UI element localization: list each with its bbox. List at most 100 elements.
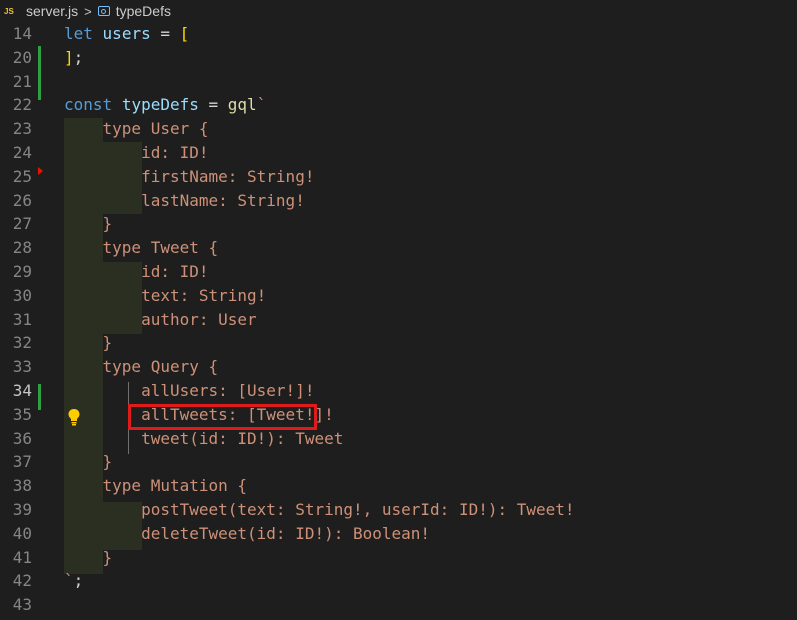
breadcrumb: JS server.js > typeDefs (0, 0, 797, 22)
code-text: id: ID! (64, 260, 209, 284)
code-line[interactable]: 37 } (0, 450, 797, 474)
line-number: 31 (12, 309, 32, 329)
code-line[interactable]: 20]; (0, 46, 797, 70)
code-line[interactable]: 39 postTweet(text: String!, userId: ID!)… (0, 498, 797, 522)
code-text: ]; (64, 46, 83, 70)
line-number: 33 (12, 357, 32, 377)
line-number: 26 (12, 190, 32, 210)
code-token: let (64, 24, 93, 43)
line-number: 40 (12, 523, 32, 543)
code-text: } (64, 450, 113, 474)
breadcrumb-file[interactable]: server.js (26, 3, 78, 19)
code-text: let users = [ (64, 22, 189, 46)
code-token: users (102, 24, 151, 43)
line-number: 20 (12, 47, 32, 67)
code-editor[interactable]: 14 let users = [20]; 21 22 const typeDefs = … (0, 22, 797, 620)
code-token: ` (64, 571, 74, 591)
code-line[interactable]: 31 author: User (0, 308, 797, 332)
code-token: ` (256, 95, 267, 115)
line-number: 25 (12, 166, 32, 186)
line-number: 42 (12, 571, 32, 591)
code-token: lastName: String! (64, 190, 305, 210)
code-text: } (64, 212, 113, 236)
code-text: postTweet(text: String!, userId: ID!): T… (64, 498, 574, 522)
lightbulb-icon[interactable] (67, 408, 81, 426)
code-text: firstName: String! (64, 165, 314, 189)
code-text: author: User (64, 308, 257, 332)
code-text: } (64, 331, 113, 355)
code-token: type Query { (64, 357, 219, 377)
code-line[interactable]: 14 let users = [ (0, 22, 797, 46)
code-line[interactable]: 28 type Tweet { (0, 236, 797, 260)
code-line[interactable]: 23 type User { (0, 117, 797, 141)
line-number: 36 (12, 428, 32, 448)
code-line[interactable]: 30 text: String! (0, 284, 797, 308)
line-number: 27 (12, 214, 32, 234)
code-token: = (198, 95, 228, 115)
code-token: type Mutation { (64, 476, 248, 496)
code-line[interactable]: 29 id: ID! (0, 260, 797, 284)
code-text: `; (64, 569, 83, 593)
code-text: lastName: String! (64, 189, 305, 213)
code-token: allUsers: [User!]! (64, 381, 315, 400)
code-token: tweet(id: ID!): Tweet (64, 428, 344, 448)
code-line[interactable]: 36 tweet(id: ID!): Tweet (0, 427, 797, 451)
code-text: type Mutation { (64, 474, 248, 498)
code-token: const (64, 95, 113, 115)
highlight-annotation-box (128, 404, 317, 430)
breadcrumb-symbol[interactable]: typeDefs (116, 3, 171, 19)
code-text: id: ID! (64, 141, 209, 165)
code-text: deleteTweet(id: ID!): Boolean! (64, 522, 430, 546)
code-line[interactable]: 43 (0, 593, 797, 617)
code-line[interactable]: 24 id: ID! (0, 141, 797, 165)
line-number: 34 (12, 381, 32, 400)
code-line[interactable]: 27 } (0, 212, 797, 236)
code-token: } (64, 214, 113, 234)
line-number: 23 (12, 119, 32, 139)
code-line[interactable]: 22 const typeDefs = gql` (0, 93, 797, 117)
code-token: [ (179, 24, 190, 43)
line-number: 43 (12, 595, 32, 615)
line-number: 39 (12, 500, 32, 519)
code-line[interactable]: 34 allUsers: [User!]! (0, 379, 797, 403)
code-text: type Query { (64, 355, 219, 379)
code-token: id: ID! (64, 143, 209, 162)
code-line[interactable]: 35 allTweets: [Tweet!]! (0, 403, 797, 427)
line-number: 22 (12, 95, 32, 115)
code-text: tweet(id: ID!): Tweet (64, 427, 343, 451)
code-line[interactable]: 41 } (0, 546, 797, 570)
code-token: = (150, 24, 180, 43)
code-token: } (64, 452, 113, 472)
code-token: ; (73, 571, 84, 591)
code-token: id: ID! (64, 262, 209, 281)
line-number: 28 (12, 238, 32, 258)
code-token: firstName: String! (64, 166, 315, 186)
line-number: 38 (12, 476, 32, 496)
code-line[interactable]: 33 type Query { (0, 355, 797, 379)
code-line[interactable]: 21 (0, 70, 797, 94)
code-token: } (64, 333, 113, 353)
code-text: type Tweet { (64, 236, 219, 260)
line-number: 14 (12, 24, 32, 43)
code-text: const typeDefs = gql` (64, 93, 266, 117)
line-number: 37 (12, 452, 32, 472)
code-text: } (64, 546, 113, 570)
code-line[interactable]: 25 firstName: String! (0, 165, 797, 189)
code-token: ; (73, 47, 84, 67)
code-line[interactable]: 38 type Mutation { (0, 474, 797, 498)
line-number: 21 (12, 71, 32, 91)
symbol-variable-icon (97, 6, 110, 16)
code-line[interactable]: 40 deleteTweet(id: ID!): Boolean! (0, 522, 797, 546)
code-token: type User { (64, 119, 209, 139)
code-line[interactable]: 32 } (0, 331, 797, 355)
js-file-icon: JS (4, 6, 14, 16)
code-line[interactable]: 26 lastName: String! (0, 189, 797, 213)
line-number: 32 (12, 333, 32, 353)
line-number: 35 (12, 404, 32, 424)
code-text: text: String! (64, 284, 266, 308)
code-token: author: User (64, 309, 257, 329)
code-token: ] (64, 47, 74, 67)
code-line[interactable]: 42 `; (0, 569, 797, 593)
line-number: 41 (12, 547, 32, 567)
